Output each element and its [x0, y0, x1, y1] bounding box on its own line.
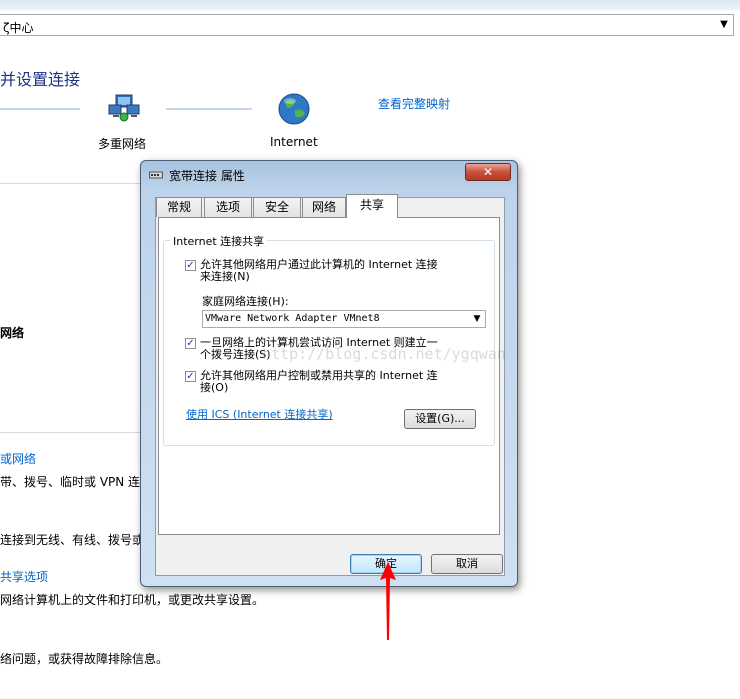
group-title: Internet 连接共享 — [170, 233, 268, 249]
address-dropdown-icon[interactable]: ▼ — [717, 18, 731, 32]
view-full-map-link[interactable]: 查看完整映射 — [378, 95, 450, 112]
cancel-button[interactable]: 取消 — [431, 554, 503, 574]
page-title: 并设置连接 — [0, 70, 81, 89]
connect-network-description: 连接到无线、有线、拨号或 — [0, 533, 145, 547]
settings-button[interactable]: 设置(G)... — [404, 409, 476, 429]
network-name: 网络 — [0, 326, 25, 340]
internet-label: Internet — [270, 135, 318, 149]
allow-control-label-line2: 接(O) — [200, 381, 229, 394]
internet-globe-icon — [278, 93, 310, 125]
allow-share-checkbox[interactable]: ✓ — [185, 260, 196, 271]
allow-control-checkbox[interactable]: ✓ — [185, 371, 196, 382]
address-bar[interactable]: ζ中心 ▼ — [0, 14, 734, 36]
dial-on-demand-checkbox[interactable]: ✓ — [185, 338, 196, 349]
setup-connection-description: 带、拨号、临时或 VPN 连 — [0, 475, 141, 489]
sharing-options-description: 网络计算机上的文件和打印机，或更改共享设置。 — [0, 593, 265, 607]
allow-control-label-line1: 允许其他网络用户控制或禁用共享的 Internet 连 — [200, 369, 438, 382]
tab-options[interactable]: 选项 — [204, 197, 252, 217]
watermark: http://blog.csdn.net/ygqwan — [262, 345, 506, 363]
tab-security[interactable]: 安全 — [253, 197, 301, 217]
home-network-select[interactable]: VMware Network Adapter VMnet8 ▼ — [202, 310, 486, 328]
divider — [0, 432, 140, 433]
allow-share-label-line1: 允许其他网络用户通过此计算机的 Internet 连接 — [200, 258, 438, 271]
window-top-strip — [0, 0, 740, 10]
allow-share-label-line2: 来连接(N) — [200, 270, 250, 283]
setup-connection-link[interactable]: 或网络 — [0, 450, 36, 467]
multiple-networks-label: 多重网络 — [98, 137, 147, 151]
sharing-tab-panel: Internet 连接共享 ✓ 允许其他网络用户通过此计算机的 Internet… — [158, 217, 500, 535]
address-text: ζ中心 — [3, 21, 34, 35]
home-network-label: 家庭网络连接(H): — [202, 295, 289, 308]
chevron-down-icon[interactable]: ▼ — [469, 311, 485, 327]
network-map-line — [0, 108, 80, 110]
ics-help-link[interactable]: 使用 ICS (Internet 连接共享) — [186, 406, 333, 422]
dialog-title: 宽带连接 属性 — [169, 169, 245, 183]
connection-properties-dialog: 宽带连接 属性 ✕ 常规 选项 安全 网络 共享 Internet 连接共享 ✓… — [140, 160, 518, 587]
home-network-value: VMware Network Adapter VMnet8 — [205, 313, 380, 324]
sharing-options-link[interactable]: 共享选项 — [0, 568, 48, 585]
divider — [0, 183, 140, 184]
dial-on-demand-label-line2: 个拨号连接(S) — [200, 348, 271, 361]
ics-group: Internet 连接共享 ✓ 允许其他网络用户通过此计算机的 Internet… — [163, 233, 495, 446]
close-button[interactable]: ✕ — [465, 163, 511, 181]
network-map-line — [166, 108, 252, 110]
tab-sharing[interactable]: 共享 — [346, 194, 398, 218]
dialog-client-area: 常规 选项 安全 网络 共享 Internet 连接共享 ✓ 允许其他网络用户通… — [155, 194, 505, 576]
broadband-connection-icon — [149, 171, 163, 179]
multiple-networks-icon — [108, 94, 140, 122]
tab-general[interactable]: 常规 — [156, 197, 202, 217]
annotation-arrow-icon — [380, 562, 396, 640]
tab-networking[interactable]: 网络 — [302, 197, 346, 217]
troubleshoot-description: 络问题，或获得故障排除信息。 — [0, 652, 169, 666]
